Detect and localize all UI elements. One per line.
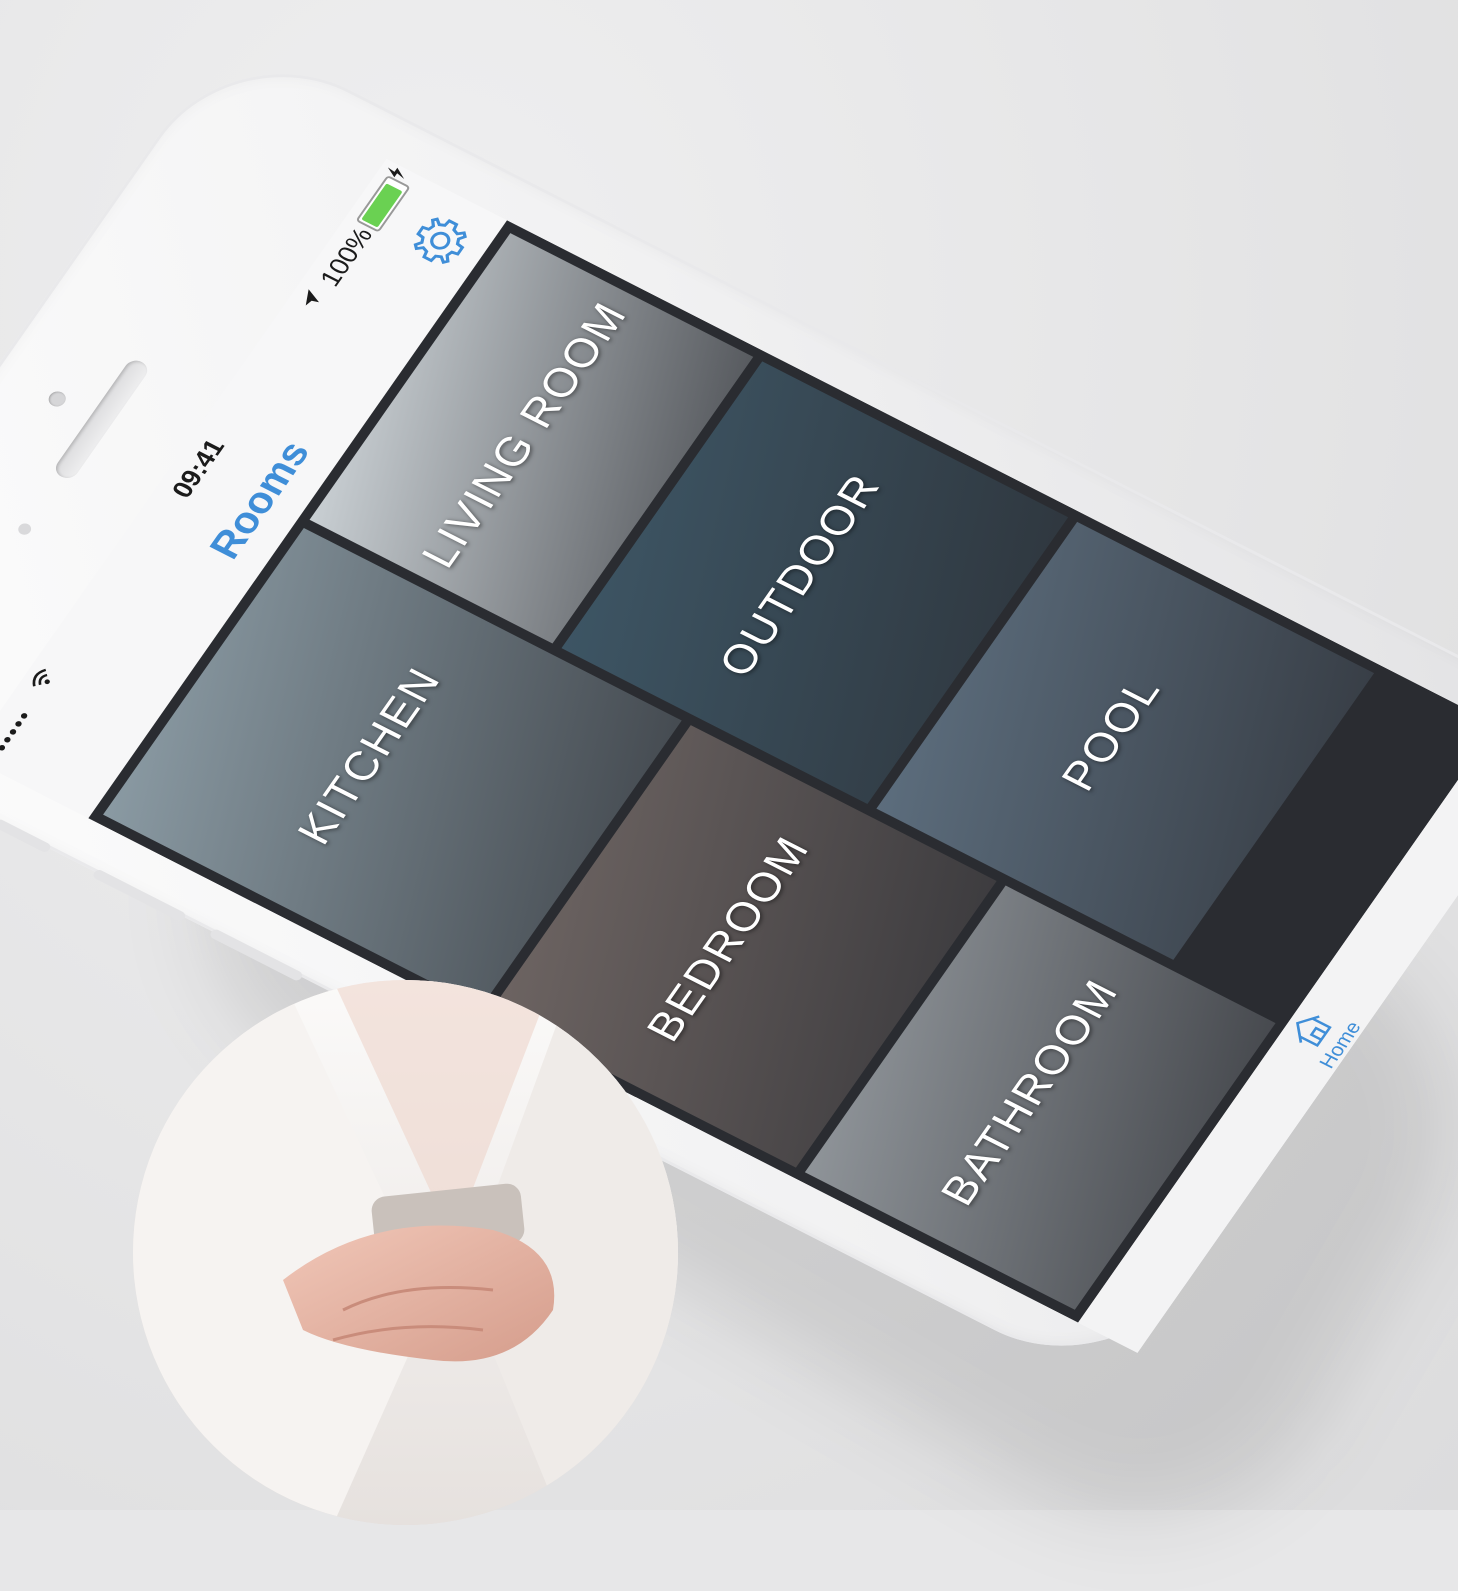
room-label: LIVING ROOM [411,294,637,576]
lifestyle-photo-woman-with-phone [133,980,678,1525]
room-label: KITCHEN [287,659,451,852]
room-label: OUTDOOR [709,466,891,685]
room-label: BEDROOM [637,828,820,1050]
room-label: POOL [1052,669,1172,799]
room-label: BATHROOM [931,971,1129,1213]
